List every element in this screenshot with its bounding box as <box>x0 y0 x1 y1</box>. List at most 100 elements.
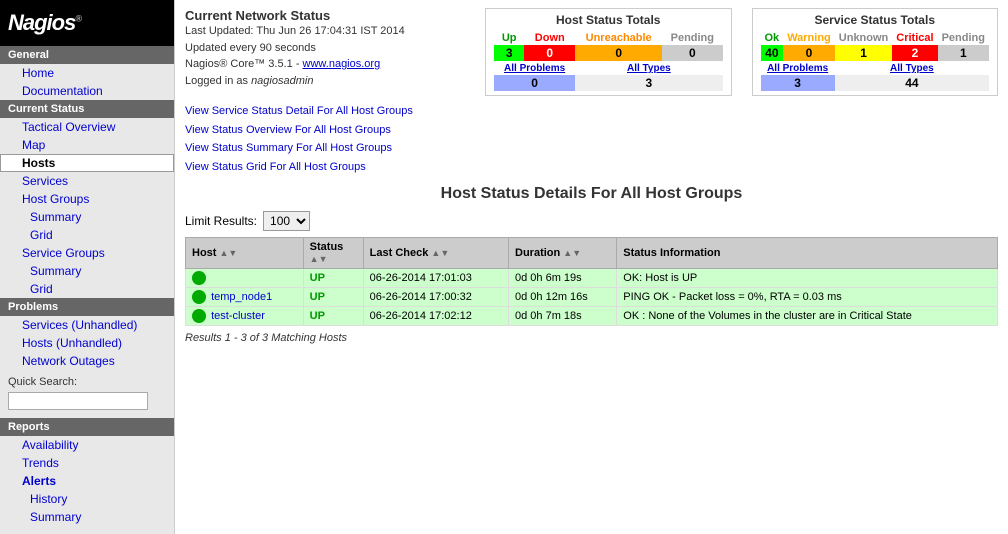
service-totals-table: Ok Warning Unknown Critical Pending 40 0… <box>761 31 990 91</box>
sidebar-item-map[interactable]: Map <box>0 136 174 154</box>
limit-select[interactable]: 100 50 25 10 All <box>263 211 310 231</box>
svc-val-warning[interactable]: 0 <box>783 45 835 61</box>
host-val-up[interactable]: 3 <box>494 45 524 61</box>
sidebar-item-trends[interactable]: Trends <box>0 454 174 472</box>
sidebar-item-service-groups[interactable]: Service Groups <box>0 244 174 262</box>
host-cell: temp_node1 <box>186 287 304 306</box>
status-cell: UP <box>303 287 363 306</box>
svc-col-pending[interactable]: Pending <box>938 31 989 45</box>
svc-all-problems-link[interactable]: All Problems <box>767 63 828 74</box>
table-row: UP 06-26-2014 17:01:03 0d 0h 6m 19s OK: … <box>186 268 998 287</box>
sidebar-item-alerts[interactable]: Alerts <box>0 472 174 490</box>
col-last-check: Last Check ▲▼ <box>363 237 508 268</box>
sidebar-item-services[interactable]: Services <box>0 172 174 190</box>
section-general: General <box>0 46 174 64</box>
sidebar-item-documentation[interactable]: Documentation <box>0 82 174 100</box>
view-links: View Service Status Detail For All Host … <box>185 102 998 177</box>
sidebar-item-availability[interactable]: Availability <box>0 436 174 454</box>
sidebar-item-hg-grid[interactable]: Grid <box>0 226 174 244</box>
service-status-totals: Service Status Totals Ok Warning Unknown… <box>752 8 999 96</box>
host-cell <box>186 268 304 287</box>
view-status-summary[interactable]: View Status Summary For All Host Groups <box>185 139 998 158</box>
col-status: Status ▲▼ <box>303 237 363 268</box>
host-cell: test-cluster <box>186 306 304 325</box>
table-row: temp_node1 UP 06-26-2014 17:00:32 0d 0h … <box>186 287 998 306</box>
host-link[interactable]: test-cluster <box>211 310 265 322</box>
limit-label: Limit Results: <box>185 214 257 228</box>
col-status-info: Status Information <box>617 237 998 268</box>
sidebar-item-sg-summary[interactable]: Summary <box>0 262 174 280</box>
svc-all-types-label: All Types <box>835 61 989 75</box>
limit-row: Limit Results: 100 50 25 10 All <box>185 211 998 231</box>
host-col-unreachable[interactable]: Unreachable <box>575 31 662 45</box>
last-updated: Last Updated: Thu Jun 26 17:04:31 IST 20… <box>185 23 465 40</box>
nagios-link[interactable]: www.nagios.org <box>303 58 381 70</box>
host-link[interactable]: temp_node1 <box>211 291 272 303</box>
svc-all-types-val[interactable]: 44 <box>835 75 989 91</box>
svc-col-warning[interactable]: Warning <box>783 31 835 45</box>
table-row: test-cluster UP 06-26-2014 17:02:12 0d 0… <box>186 306 998 325</box>
col-duration: Duration ▲▼ <box>509 237 617 268</box>
status-info-cell: OK: Host is UP <box>617 268 998 287</box>
host-icon <box>192 290 206 304</box>
status-cell: UP <box>303 268 363 287</box>
host-icon <box>192 271 206 285</box>
sidebar-item-tactical-overview[interactable]: Tactical Overview <box>0 118 174 136</box>
host-all-problems-link[interactable]: All Problems <box>504 63 565 74</box>
last-check-cell: 06-26-2014 17:00:32 <box>363 287 508 306</box>
host-col-pending[interactable]: Pending <box>662 31 722 45</box>
host-all-problems-val[interactable]: 0 <box>494 75 575 91</box>
svc-col-unknown[interactable]: Unknown <box>835 31 893 45</box>
host-val-down[interactable]: 0 <box>524 45 575 61</box>
sidebar-item-network-outages[interactable]: Network Outages <box>0 352 174 370</box>
host-col-down[interactable]: Down <box>524 31 575 45</box>
sidebar-item-home[interactable]: Home <box>0 64 174 82</box>
status-header-row: Current Network Status Last Updated: Thu… <box>185 8 998 96</box>
sort-icon-status[interactable]: ▲▼ <box>310 254 328 264</box>
logo: Nagios® <box>0 0 174 46</box>
sidebar-item-hosts-unhandled[interactable]: Hosts (Unhandled) <box>0 334 174 352</box>
host-all-types-link[interactable]: All Types <box>627 63 671 74</box>
last-check-cell: 06-26-2014 17:01:03 <box>363 268 508 287</box>
nagios-version-text: Nagios® Core™ 3.5.1 - <box>185 58 303 70</box>
logo-text: Nagios® <box>8 10 81 36</box>
host-col-up[interactable]: Up <box>494 31 524 45</box>
sort-icon-last-check[interactable]: ▲▼ <box>431 248 449 258</box>
svc-all-types-link[interactable]: All Types <box>890 63 934 74</box>
view-status-overview[interactable]: View Status Overview For All Host Groups <box>185 121 998 140</box>
svc-val-critical[interactable]: 2 <box>892 45 937 61</box>
sidebar-item-hosts[interactable]: Hosts <box>0 154 174 172</box>
svc-all-problems-label: All Problems <box>761 61 835 75</box>
logo-tm: ® <box>75 14 81 24</box>
host-all-types-val[interactable]: 3 <box>575 75 722 91</box>
sidebar-item-sg-grid[interactable]: Grid <box>0 280 174 298</box>
sidebar-item-summary[interactable]: Summary <box>0 508 174 526</box>
quick-search-input[interactable] <box>8 392 148 410</box>
status-cell: UP <box>303 306 363 325</box>
sidebar-item-history[interactable]: History <box>0 490 174 508</box>
update-interval: Updated every 90 seconds <box>185 40 465 57</box>
host-totals-title: Host Status Totals <box>494 13 723 27</box>
current-status-title: Current Network Status <box>185 8 465 23</box>
host-val-unreachable[interactable]: 0 <box>575 45 662 61</box>
svc-col-ok[interactable]: Ok <box>761 31 784 45</box>
svc-all-problems-val[interactable]: 3 <box>761 75 835 91</box>
svc-val-unknown[interactable]: 1 <box>835 45 893 61</box>
host-val-pending[interactable]: 0 <box>662 45 722 61</box>
view-service-status-detail[interactable]: View Service Status Detail For All Host … <box>185 102 998 121</box>
sidebar-item-hg-summary[interactable]: Summary <box>0 208 174 226</box>
host-totals-table: Up Down Unreachable Pending 3 0 0 0 All … <box>494 31 723 91</box>
svc-val-pending[interactable]: 1 <box>938 45 989 61</box>
duration-cell: 0d 0h 7m 18s <box>509 306 617 325</box>
duration-cell: 0d 0h 12m 16s <box>509 287 617 306</box>
sidebar-item-services-unhandled[interactable]: Services (Unhandled) <box>0 316 174 334</box>
view-status-grid[interactable]: View Status Grid For All Host Groups <box>185 158 998 177</box>
sort-icon-duration[interactable]: ▲▼ <box>563 248 581 258</box>
svc-col-critical[interactable]: Critical <box>892 31 937 45</box>
svc-val-ok[interactable]: 40 <box>761 45 784 61</box>
logged-in: Logged in as nagiosadmin <box>185 73 465 90</box>
last-check-cell: 06-26-2014 17:02:12 <box>363 306 508 325</box>
sidebar-item-host-groups[interactable]: Host Groups <box>0 190 174 208</box>
sort-icon-host[interactable]: ▲▼ <box>220 248 238 258</box>
section-current-status: Current Status <box>0 100 174 118</box>
